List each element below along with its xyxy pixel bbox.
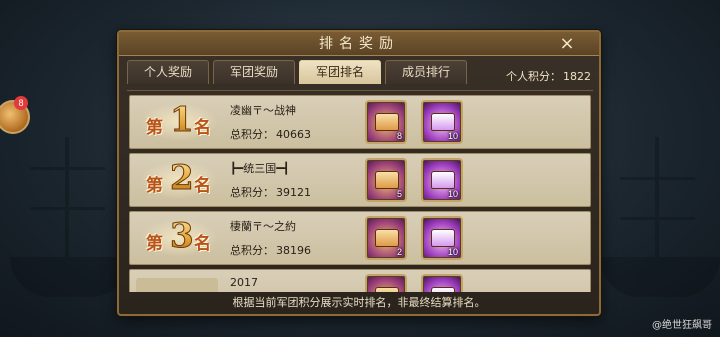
rank-badge: 第 2 名 (140, 158, 218, 199)
legion-score: 总积分： 38196 (230, 242, 311, 258)
item-count: 10 (447, 189, 458, 199)
legion-name: ┣━统三国━┫ (230, 162, 290, 175)
legion-score: 总积分： 40663 (230, 126, 311, 142)
background-ship-left (10, 137, 130, 297)
personal-score: 个人积分： 1822 (506, 68, 591, 84)
footer-note: 根据当前军团积分展示实时排名，非最终结算排名。 (232, 296, 486, 309)
gold-chest-icon[interactable]: 8 (365, 100, 407, 144)
purple-chest-icon[interactable]: 10 (421, 216, 463, 260)
gold-chest-icon[interactable] (365, 274, 407, 292)
legion-name: 2017 (230, 276, 258, 289)
item-count: 10 (447, 247, 458, 257)
item-count: 10 (447, 131, 458, 141)
legion-score: 总积分： 39121 (230, 184, 311, 200)
score-label: 总积分： (230, 186, 274, 199)
ranking-row: 第 2 名 ┣━统三国━┫ 总积分： 39121 5 10 (129, 153, 591, 207)
dialog-title-bar: 排名奖励 × (119, 32, 599, 56)
tab-member-ranking[interactable]: 成员排行 (385, 60, 467, 84)
item-count: 5 (396, 189, 402, 199)
gold-chest-icon[interactable]: 2 (365, 216, 407, 260)
score-label: 总积分： (230, 244, 274, 257)
score-value: 38196 (276, 244, 311, 257)
ranking-reward-dialog: 排名奖励 × 个人奖励 军团奖励 军团排名 成员排行 个人积分： 1822 第 1… (117, 30, 601, 316)
background-ship-right (600, 137, 720, 297)
rank-suffix: 名 (194, 234, 211, 254)
dialog-title: 排名奖励 (319, 36, 399, 52)
rank-suffix: 名 (194, 176, 211, 196)
ranking-list[interactable]: 第 1 名 凌幽〒〜战神 总积分： 40663 8 10 第 2 名 ┣━统三国… (127, 90, 593, 292)
score-label: 总积分： (230, 128, 274, 141)
rank-number: 1 (170, 100, 195, 141)
purple-chest-icon[interactable]: 10 (421, 158, 463, 202)
rank-badge: 第 3 名 (140, 216, 218, 257)
watermark: @绝世狂飙哥 (652, 320, 712, 331)
rank-suffix: 名 (194, 118, 211, 138)
legion-name: 棲蘭〒〜之約 (230, 220, 296, 233)
purple-chest-icon[interactable] (421, 274, 463, 292)
legion-name: 凌幽〒〜战神 (230, 104, 296, 117)
tab-legion-ranking[interactable]: 军团排名 (299, 60, 381, 84)
rank-badge (136, 278, 218, 292)
ranking-row: 2017 (129, 269, 591, 292)
rank-number: 3 (170, 216, 195, 257)
item-count: 8 (396, 131, 402, 141)
personal-score-label: 个人积分： (506, 70, 561, 83)
personal-score-value: 1822 (563, 70, 591, 83)
purple-chest-icon[interactable]: 10 (421, 100, 463, 144)
rank-number: 2 (170, 158, 195, 199)
notification-badge: 8 (14, 96, 28, 110)
ranking-row: 第 1 名 凌幽〒〜战神 总积分： 40663 8 10 (129, 95, 591, 149)
rank-prefix: 第 (146, 118, 163, 138)
score-value: 40663 (276, 128, 311, 141)
rank-badge: 第 1 名 (140, 100, 218, 141)
rank-prefix: 第 (146, 234, 163, 254)
tab-legion-reward[interactable]: 军团奖励 (213, 60, 295, 84)
ranking-row: 第 3 名 棲蘭〒〜之約 总积分： 38196 2 10 (129, 211, 591, 265)
close-icon[interactable]: × (557, 34, 577, 54)
item-count: 2 (396, 247, 402, 257)
tab-personal-reward[interactable]: 个人奖励 (127, 60, 209, 84)
gold-chest-icon[interactable]: 5 (365, 158, 407, 202)
score-value: 39121 (276, 186, 311, 199)
rank-prefix: 第 (146, 176, 163, 196)
